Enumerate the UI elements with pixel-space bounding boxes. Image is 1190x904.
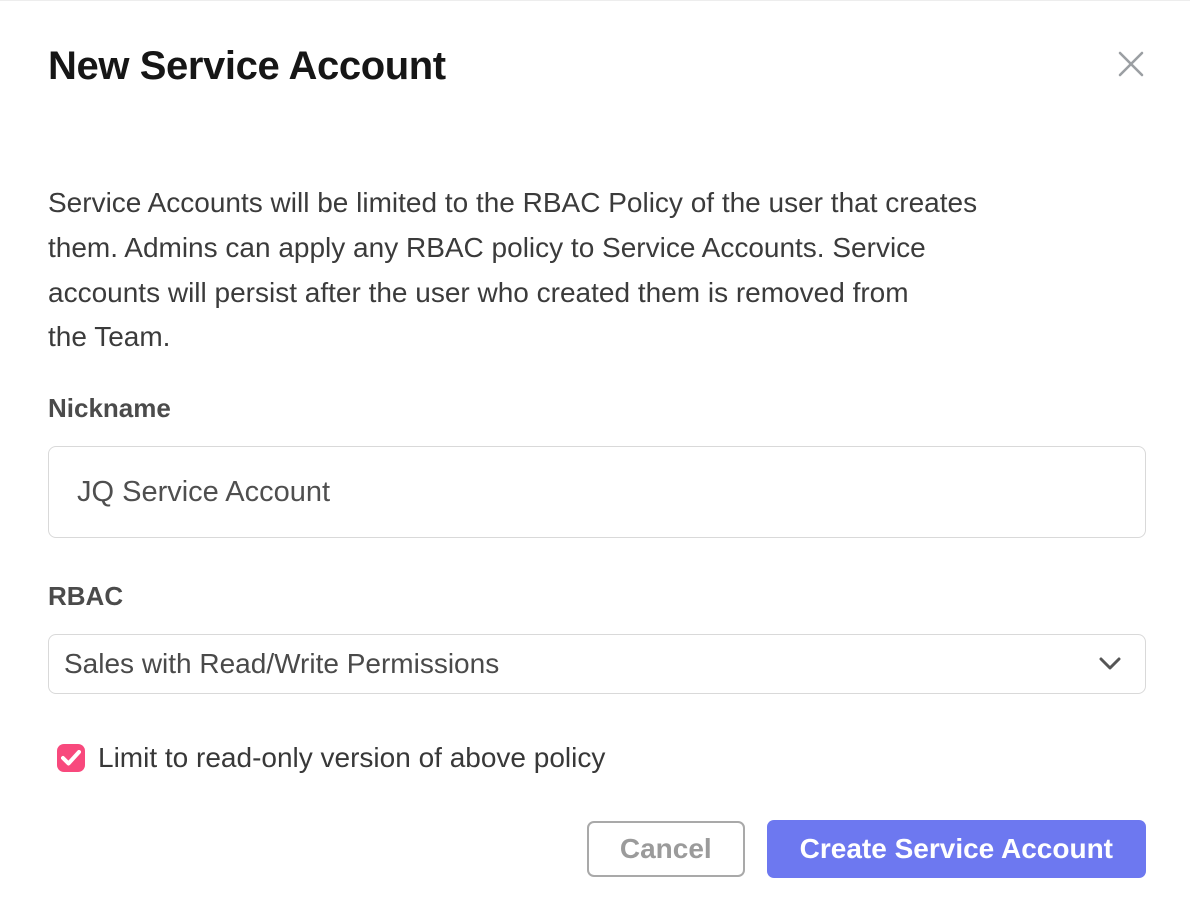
modal-header: New Service Account xyxy=(48,1,1146,91)
description-line: Service Accounts will be limited to the … xyxy=(48,181,1146,226)
cancel-button[interactable]: Cancel xyxy=(587,821,745,877)
description-line: them. Admins can apply any RBAC policy t… xyxy=(48,226,1146,271)
description-line: the Team. xyxy=(48,315,1146,360)
close-button[interactable] xyxy=(1116,49,1146,79)
close-icon xyxy=(1116,67,1146,82)
modal-footer: Cancel Create Service Account xyxy=(48,820,1146,878)
modal-description: Service Accounts will be limited to the … xyxy=(48,181,1146,360)
page-title: New Service Account xyxy=(48,41,446,91)
rbac-label: RBAC xyxy=(48,580,1146,613)
checkmark-icon xyxy=(61,750,81,766)
new-service-account-modal: New Service Account Service Accounts wil… xyxy=(0,0,1190,904)
create-service-account-button[interactable]: Create Service Account xyxy=(767,820,1146,878)
limit-readonly-checkbox[interactable] xyxy=(57,744,85,772)
nickname-input[interactable] xyxy=(48,446,1146,538)
chevron-down-icon xyxy=(1099,657,1121,671)
nickname-label: Nickname xyxy=(48,392,1146,425)
rbac-selected-value: Sales with Read/Write Permissions xyxy=(64,648,499,680)
description-line: accounts will persist after the user who… xyxy=(48,271,1146,316)
rbac-select[interactable]: Sales with Read/Write Permissions xyxy=(48,634,1146,694)
limit-readonly-label: Limit to read-only version of above poli… xyxy=(98,742,605,774)
limit-readonly-row: Limit to read-only version of above poli… xyxy=(57,742,1146,774)
